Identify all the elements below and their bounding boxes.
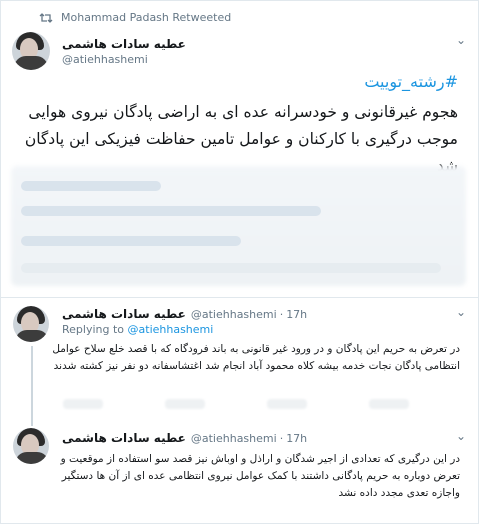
timestamp[interactable]: 17h [286,308,307,321]
author-name[interactable]: عطیه سادات هاشمی [62,431,186,445]
thread-connector [31,346,33,426]
blurred-content [21,263,441,273]
main-author[interactable]: عطیه سادات هاشمی @atiehhashemi [62,37,186,66]
retweet-indicator[interactable]: Mohammad Padash Retweeted [39,11,231,24]
divider [1,297,478,298]
chevron-down-icon[interactable]: ⌄ [456,33,466,47]
hashtag-link[interactable]: #رشته_توییت [364,72,458,91]
replying-prefix: Replying to [62,323,125,336]
author-handle[interactable]: @atiehhashemi [62,53,186,66]
blurred-content [21,206,321,216]
avatar[interactable] [12,32,50,70]
separator: · [279,431,284,445]
reply-header: عطیه سادات هاشمی @atiehhashemi · 17h [62,307,307,321]
author-name[interactable]: عطیه سادات هاشمی [62,37,186,51]
reply-actions [63,399,409,409]
retweet-icon [39,12,53,23]
reply-text: در این درگیری که تعدادی از اجیر شدگان و … [60,453,460,499]
blurred-action [267,399,307,409]
blurred-content [21,181,161,191]
retweet-label: Mohammad Padash Retweeted [61,11,232,24]
separator: · [279,307,284,321]
author-handle[interactable]: @atiehhashemi [191,308,277,321]
replying-to: Replying to @atiehhashemi [62,323,213,336]
avatar[interactable] [13,428,49,464]
chevron-down-icon[interactable]: ⌄ [456,305,466,319]
blurred-action [63,399,103,409]
author-name[interactable]: عطیه سادات هاشمی [62,307,186,321]
tweet-thread-card: Mohammad Padash Retweeted عطیه سادات هاش… [0,0,479,524]
blurred-content [21,236,241,246]
reply-text: در تعرض به حریم این پادگان و در ورود غیر… [52,343,460,372]
replying-handle-link[interactable]: @atiehhashemi [128,323,214,336]
avatar[interactable] [13,306,49,342]
blurred-action [165,399,205,409]
author-handle[interactable]: @atiehhashemi [191,432,277,445]
chevron-down-icon[interactable]: ⌄ [456,429,466,443]
timestamp[interactable]: 17h [286,432,307,445]
blurred-action [369,399,409,409]
reply-header: عطیه سادات هاشمی @atiehhashemi · 17h [62,431,307,445]
